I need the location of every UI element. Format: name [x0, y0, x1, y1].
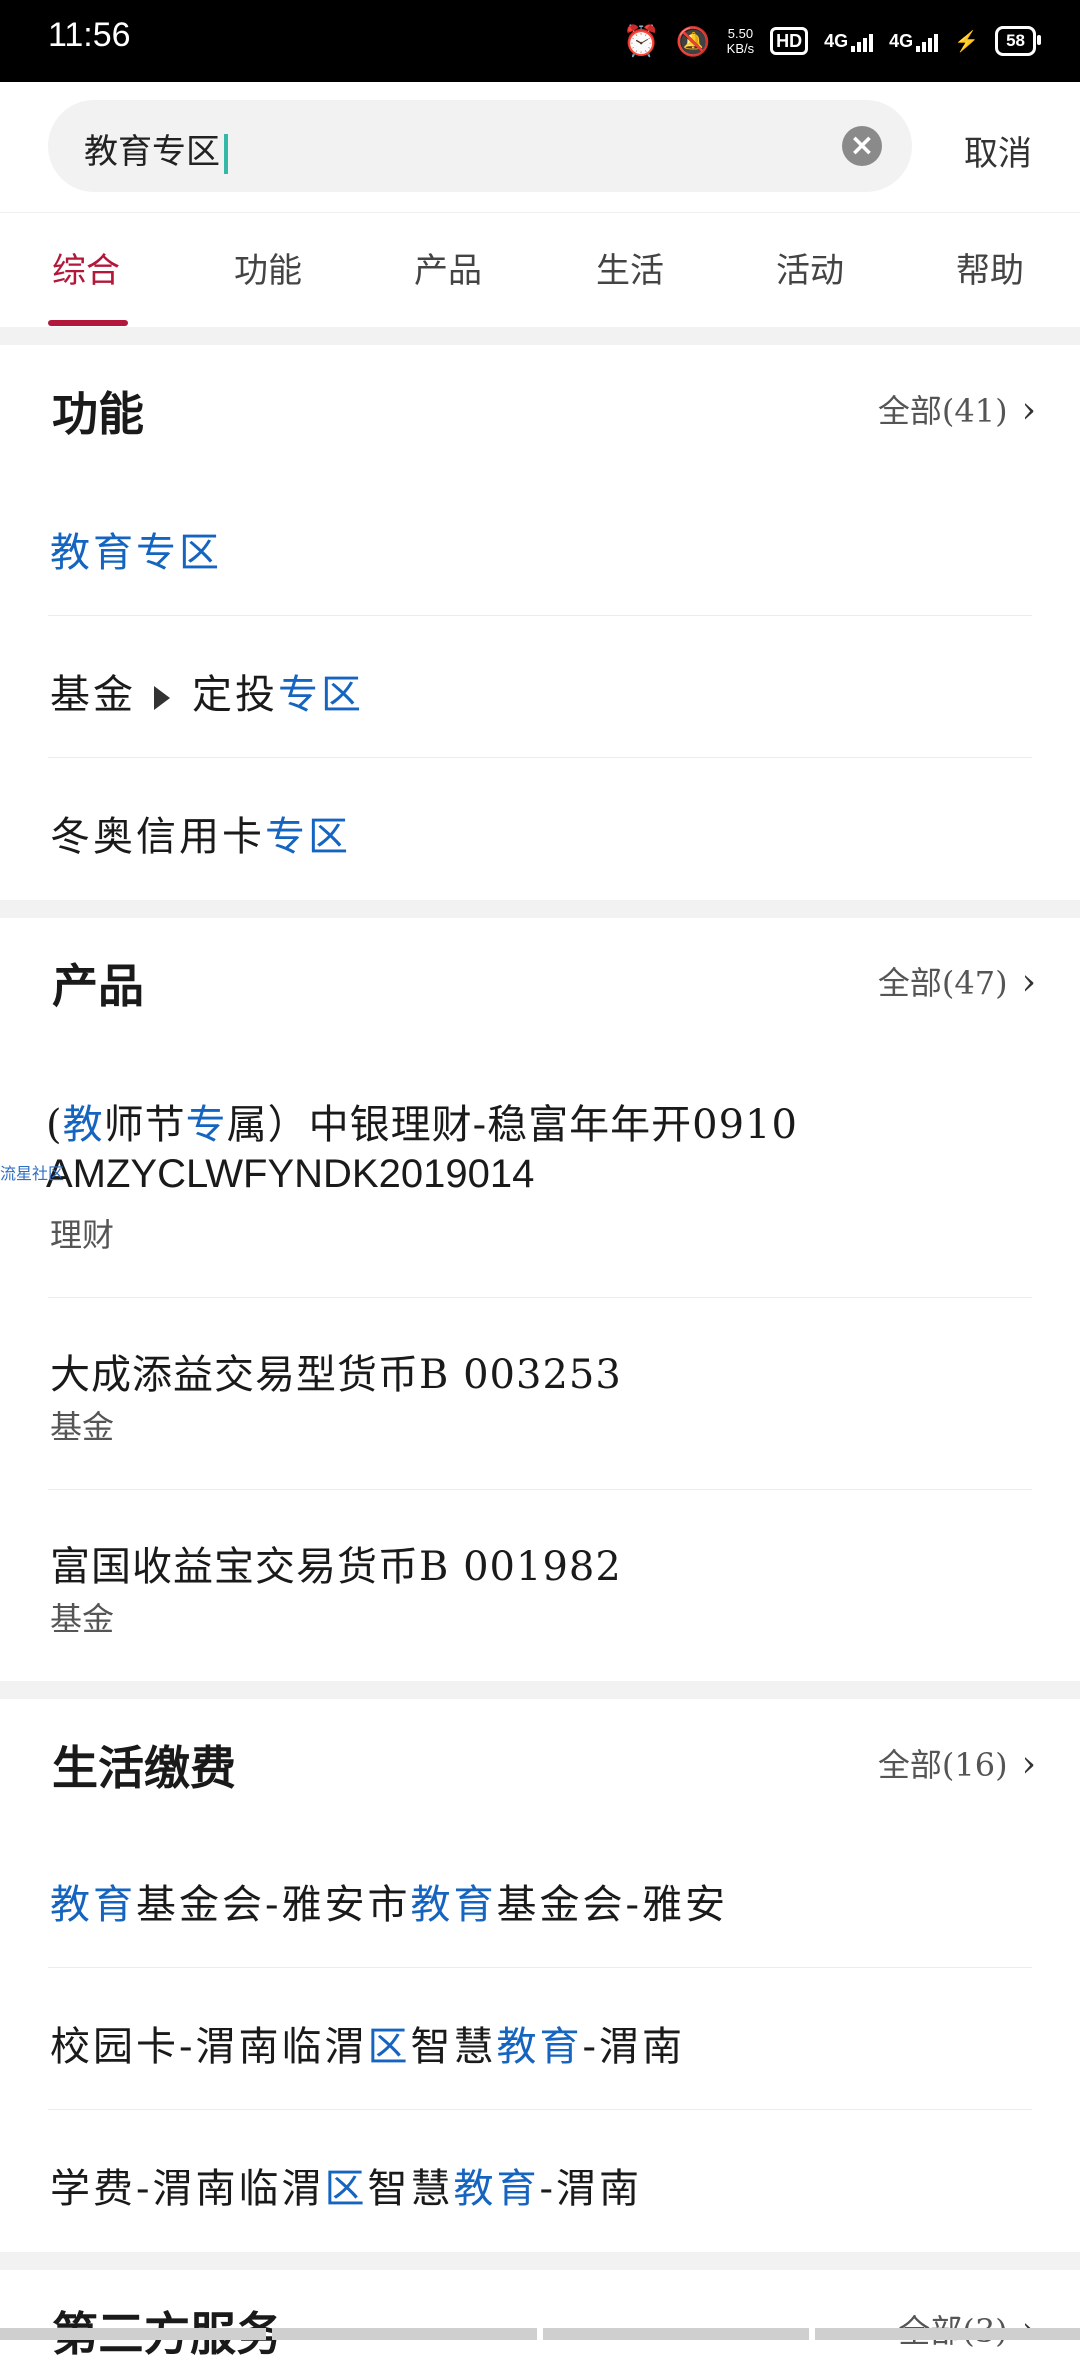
life-view-all[interactable]: 全部(16) ›: [878, 1740, 1036, 1786]
triangle-right-icon: [154, 686, 170, 710]
section-divider: [0, 1681, 1080, 1699]
hd-badge: HD: [770, 27, 809, 55]
product-name: (教师节专属）中银理财-稳富年年开0910: [46, 1102, 798, 1148]
tab-products[interactable]: 产品: [414, 243, 482, 292]
search-query[interactable]: 教育专区: [84, 124, 228, 174]
function-item[interactable]: 教育专区: [50, 520, 222, 578]
divider: [48, 2109, 1032, 2110]
section-divider: [0, 327, 1080, 345]
alarm-icon: ⏰: [622, 24, 660, 58]
divider: [48, 757, 1032, 758]
product-category: 理财: [50, 1216, 115, 1254]
watermark-text: 流星社区: [0, 1164, 65, 1183]
life-item[interactable]: 学费-渭南临渭区智慧教育-渭南: [50, 2156, 642, 2214]
divider: [48, 1489, 1032, 1490]
chevron-right-icon: ›: [1021, 1744, 1036, 1785]
section-title: 功能: [52, 387, 144, 441]
tab-all[interactable]: 综合: [52, 243, 120, 292]
divider: [48, 1967, 1032, 1968]
tab-activities[interactable]: 活动: [776, 243, 844, 292]
status-bar: 11:56 ⏰ 🔕 5.50 KB/s HD 4G 4G ⚡ 58: [0, 0, 1080, 82]
signal-bars-icon: [851, 30, 874, 52]
function-item[interactable]: 冬奥信用卡专区: [50, 804, 351, 862]
status-icons: ⏰ 🔕 5.50 KB/s HD 4G 4G ⚡ 58: [622, 18, 1041, 64]
section-divider: [0, 900, 1080, 918]
clear-icon[interactable]: ×: [842, 126, 882, 166]
tab-functions[interactable]: 功能: [234, 243, 302, 292]
product-category: 基金: [50, 1600, 115, 1638]
search-input[interactable]: 教育专区 ×: [48, 100, 912, 192]
tab-help[interactable]: 帮助: [956, 243, 1024, 292]
section-divider: [0, 2252, 1080, 2270]
category-tabs: 综合 功能 产品 生活 活动 帮助: [0, 213, 1080, 327]
text-caret: [224, 134, 228, 174]
section-title: 产品: [52, 959, 144, 1013]
battery-indicator: 58: [995, 26, 1041, 56]
tab-life[interactable]: 生活: [596, 243, 664, 292]
life-item[interactable]: 校园卡-渭南临渭区智慧教育-渭南: [50, 2014, 685, 2072]
product-name-line2: AMZYCLWFYNDK2019014: [46, 1152, 535, 1196]
signal-bars-icon: [916, 30, 939, 52]
cancel-button[interactable]: 取消: [964, 126, 1032, 175]
signal-2: 4G: [889, 30, 939, 52]
divider: [48, 615, 1032, 616]
charging-icon: ⚡: [954, 30, 980, 53]
net-speed: 5.50 KB/s: [726, 26, 755, 56]
active-tab-indicator: [48, 320, 128, 326]
products-view-all[interactable]: 全部(47) ›: [878, 958, 1036, 1004]
functions-view-all[interactable]: 全部(41) ›: [878, 386, 1036, 432]
product-name: 大成添益交易型货币B 003253: [50, 1352, 622, 1398]
signal-1: 4G: [824, 30, 874, 52]
chevron-right-icon: ›: [1021, 962, 1036, 1003]
search-header: 教育专区 × 取消: [0, 82, 1080, 213]
mute-bell-icon: 🔕: [675, 25, 711, 57]
product-name: 富国收益宝交易货币B 001982: [50, 1544, 622, 1590]
divider: [48, 1297, 1032, 1298]
function-item[interactable]: 基金 定投专区: [50, 662, 364, 720]
life-item[interactable]: 教育基金会-雅安市教育基金会-雅安: [50, 1872, 728, 1930]
chevron-right-icon: ›: [1021, 390, 1036, 431]
status-time: 11:56: [48, 16, 131, 54]
bottom-gesture-bar: [0, 2328, 1080, 2340]
section-title: 生活缴费: [52, 1741, 236, 1795]
product-category: 基金: [50, 1408, 115, 1446]
